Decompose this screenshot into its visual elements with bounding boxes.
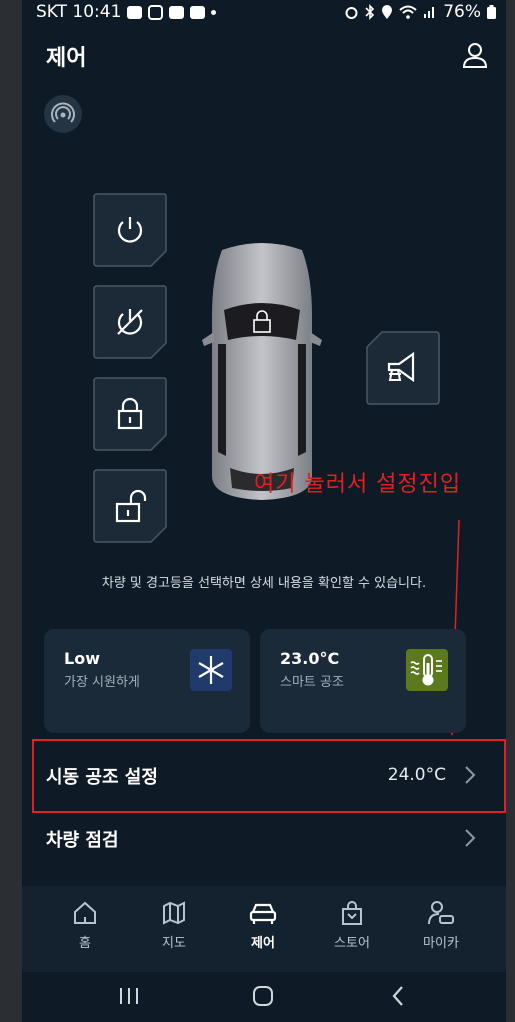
door-unlock-button[interactable] — [93, 469, 167, 543]
app-screen: SKT 10:41 76% 제어 여기 눌러서 설정진입 차량 및 경고등을 선… — [22, 0, 506, 1022]
nav-label: 제어 — [251, 936, 275, 951]
nav-map[interactable]: 지도 — [139, 900, 209, 960]
card-title: 23.0°C — [280, 649, 340, 668]
status-bar-left: SKT 10:41 — [36, 2, 217, 22]
engine-stop-button[interactable] — [93, 285, 167, 359]
home-icon — [74, 901, 96, 924]
carrier-time: SKT 10:41 — [36, 2, 122, 22]
nav-control[interactable]: 제어 — [228, 900, 298, 960]
shopping-bag-icon — [342, 901, 362, 925]
car-image[interactable] — [200, 236, 324, 504]
nav-store[interactable]: 스토어 — [317, 900, 387, 960]
talk-icon — [127, 5, 143, 19]
nav-mycar[interactable]: 마이카 — [406, 900, 476, 960]
wifi-icon — [399, 5, 417, 19]
bluetooth-icon — [365, 4, 375, 20]
snowflake-icon — [190, 649, 232, 691]
row-label: 차량 점검 — [46, 830, 119, 851]
door-lock-button[interactable] — [93, 377, 167, 451]
instagram-icon — [148, 4, 164, 20]
card-title: Low — [64, 649, 100, 668]
youtube-icon — [169, 5, 185, 19]
youtube-icon — [190, 5, 206, 19]
nav-label: 마이카 — [423, 936, 459, 951]
power-icon — [117, 217, 143, 243]
nav-home[interactable]: 홈 — [50, 900, 120, 960]
car-icon — [249, 903, 277, 924]
map-icon — [163, 901, 185, 925]
climate-card-low[interactable]: Low 가장 시원하게 — [44, 629, 250, 733]
alarm-icon — [345, 6, 358, 19]
card-subtitle: 스마트 공조 — [280, 675, 344, 690]
recents-icon[interactable] — [118, 986, 140, 1006]
home-circle-icon[interactable] — [252, 985, 274, 1007]
vehicle-check-row[interactable]: 차량 점검 — [22, 806, 506, 868]
lock-icon — [117, 397, 143, 430]
thermometer-icon — [406, 649, 448, 691]
my-car-icon — [428, 901, 454, 925]
location-icon — [382, 5, 393, 19]
more-notifications-dot — [211, 9, 217, 15]
power-off-icon — [117, 309, 143, 335]
remote-signal-icon[interactable] — [44, 95, 82, 133]
battery-level: 76% — [443, 2, 481, 22]
climate-card-smart[interactable]: 23.0°C 스마트 공조 — [260, 629, 466, 733]
system-nav-bar — [22, 972, 506, 1022]
bottom-nav: 홈 지도 제어 스토어 마이카 — [22, 886, 506, 972]
back-icon[interactable] — [390, 984, 406, 1008]
user-icon[interactable] — [462, 42, 488, 68]
nav-label: 스토어 — [334, 936, 370, 951]
signal-icon — [424, 7, 435, 18]
unlock-icon — [115, 489, 147, 523]
chevron-right-icon — [465, 829, 476, 847]
status-bar: SKT 10:41 76% — [22, 0, 506, 26]
battery-icon — [487, 5, 496, 19]
status-bar-right: 76% — [344, 2, 496, 22]
nav-label: 지도 — [162, 936, 186, 951]
card-subtitle: 가장 시원하게 — [64, 675, 140, 690]
horn-icon — [387, 351, 415, 383]
engine-start-button[interactable] — [93, 193, 167, 267]
annotation-highlight-box — [32, 739, 506, 813]
page-title: 제어 — [46, 46, 87, 71]
horn-light-button[interactable] — [366, 331, 440, 405]
hint-text: 차량 및 경고등을 선택하면 상세 내용을 확인할 수 있습니다. — [101, 576, 427, 591]
annotation-text: 여기 눌러서 설정진입 — [254, 472, 462, 497]
nav-label: 홈 — [79, 936, 91, 951]
